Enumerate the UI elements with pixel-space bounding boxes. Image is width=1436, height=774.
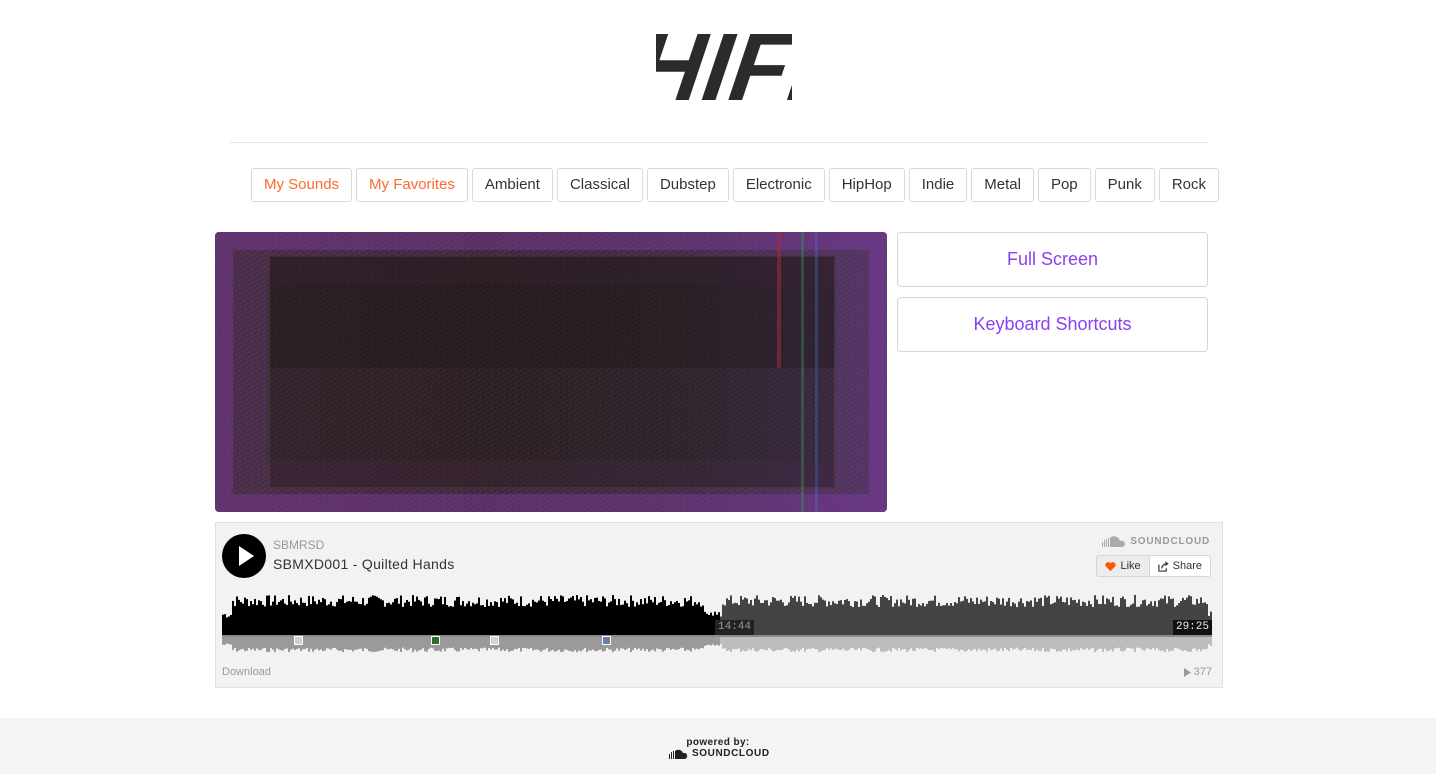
track-duration: 29:25 bbox=[1172, 620, 1212, 635]
comment-avatar[interactable] bbox=[294, 636, 303, 645]
like-button[interactable]: Like bbox=[1096, 555, 1150, 577]
soundcloud-icon bbox=[669, 749, 688, 759]
visualizer-stripe bbox=[815, 232, 818, 512]
share-label: Share bbox=[1172, 560, 1202, 572]
genre-button-dubstep[interactable]: Dubstep bbox=[646, 168, 729, 202]
full-screen-button[interactable]: Full Screen bbox=[897, 232, 1208, 287]
artist-name[interactable]: SBMRSD bbox=[273, 538, 324, 552]
genre-button-indie[interactable]: Indie bbox=[908, 168, 968, 202]
footer: powered by: SOUNDCLOUD bbox=[0, 718, 1436, 774]
genre-nav: My Sounds My Favorites Ambient Classical Dub… bbox=[251, 168, 1220, 202]
genre-button-my-favorites[interactable]: My Favorites bbox=[356, 168, 468, 202]
genre-button-hiphop[interactable]: HipHop bbox=[828, 168, 905, 202]
play-count-icon bbox=[1183, 667, 1191, 677]
hifi-logo: HIFI bbox=[656, 24, 792, 108]
genre-button-metal[interactable]: Metal bbox=[971, 168, 1034, 202]
play-count-value: 377 bbox=[1193, 666, 1212, 678]
play-icon bbox=[239, 546, 254, 566]
download-link[interactable]: Download bbox=[222, 666, 271, 678]
elapsed-time: 14:44 bbox=[715, 620, 755, 635]
soundcloud-brand[interactable]: SOUNDCLOUD bbox=[1102, 536, 1210, 547]
track-actions: Like Share bbox=[1096, 555, 1211, 577]
footer-brand-label: SOUNDCLOUD bbox=[692, 748, 770, 759]
svg-text:HIFI: HIFI bbox=[656, 24, 792, 108]
genre-button-classical[interactable]: Classical bbox=[556, 168, 643, 202]
genre-button-ambient[interactable]: Ambient bbox=[471, 168, 553, 202]
heart-icon bbox=[1105, 561, 1117, 571]
genre-button-punk[interactable]: Punk bbox=[1094, 168, 1155, 202]
comment-avatar[interactable] bbox=[431, 636, 440, 645]
genre-button-rock[interactable]: Rock bbox=[1158, 168, 1220, 202]
comment-avatar[interactable] bbox=[490, 636, 499, 645]
play-count: 377 bbox=[1183, 666, 1212, 678]
visualizer-stripe bbox=[777, 232, 781, 368]
share-button[interactable]: Share bbox=[1149, 555, 1211, 577]
genre-button-electronic[interactable]: Electronic bbox=[732, 168, 825, 202]
visualizer-stripe bbox=[801, 232, 804, 512]
genre-button-my-sounds[interactable]: My Sounds bbox=[251, 168, 353, 202]
audio-visualizer bbox=[215, 232, 887, 512]
powered-by-label: powered by: bbox=[686, 737, 750, 748]
track-title[interactable]: SBMXD001 - Quilted Hands bbox=[273, 556, 455, 572]
visualizer-inner-frame bbox=[269, 256, 835, 488]
soundcloud-icon bbox=[1102, 536, 1126, 547]
comment-avatar[interactable] bbox=[602, 636, 611, 645]
play-button[interactable] bbox=[222, 534, 266, 578]
header-divider bbox=[230, 142, 1208, 143]
share-icon bbox=[1157, 560, 1169, 572]
genre-button-pop[interactable]: Pop bbox=[1037, 168, 1091, 202]
like-label: Like bbox=[1120, 560, 1141, 572]
keyboard-shortcuts-button[interactable]: Keyboard Shortcuts bbox=[897, 297, 1208, 352]
soundcloud-brand-label: SOUNDCLOUD bbox=[1130, 536, 1210, 547]
footer-soundcloud-link[interactable]: SOUNDCLOUD bbox=[669, 748, 770, 759]
soundcloud-player: SBMRSD SBMXD001 - Quilted Hands SOUNDCLO… bbox=[215, 522, 1223, 688]
